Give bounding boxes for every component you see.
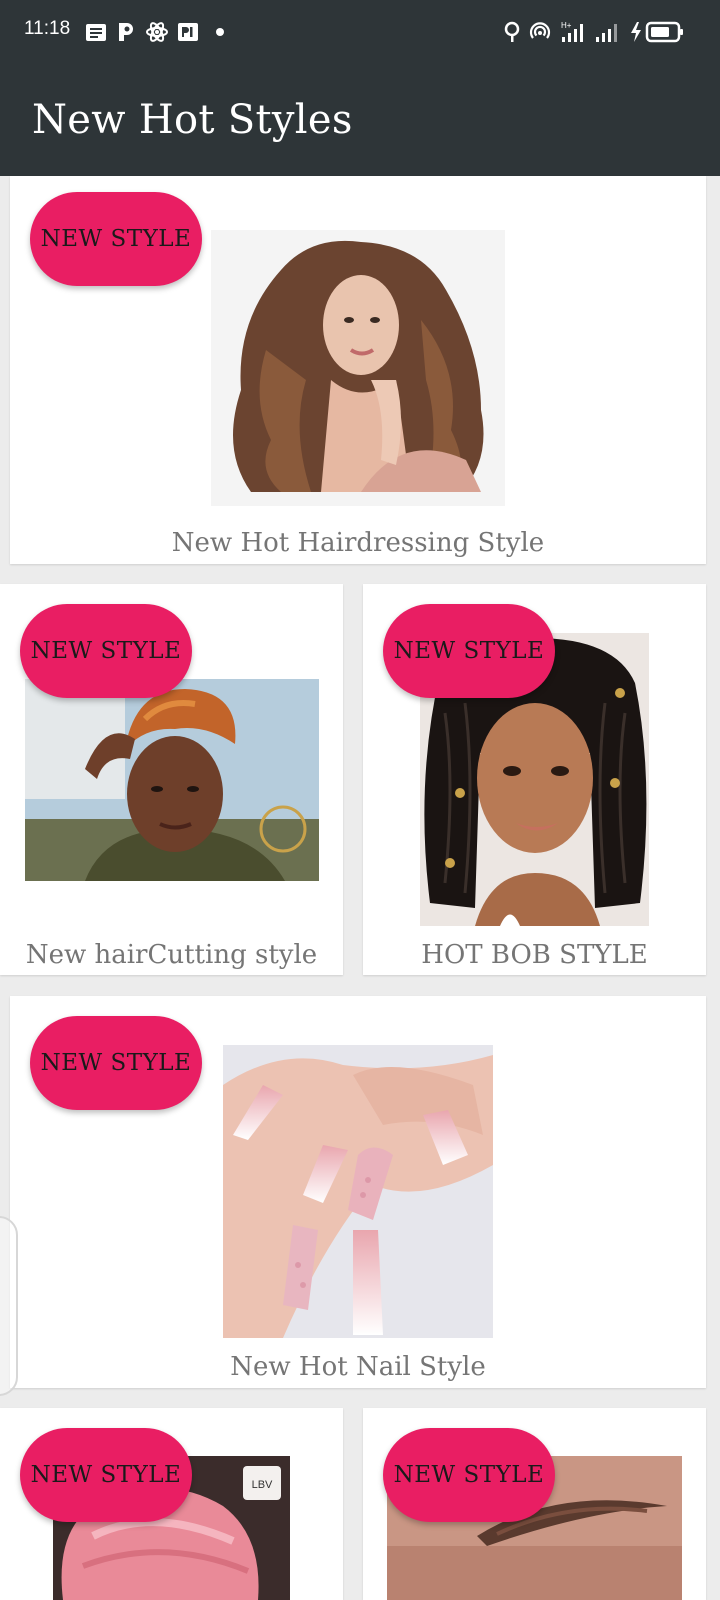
new-style-badge[interactable]: NEW STYLE [20, 604, 192, 698]
status-time: 11:18 [24, 18, 71, 39]
edge-panel-handle[interactable] [0, 1216, 18, 1396]
dot-icon [216, 28, 224, 36]
card-photo [211, 230, 505, 506]
ombre-nails-photo [223, 1045, 493, 1338]
card-caption: HOT BOB STYLE [421, 940, 648, 970]
page-title: New Hot Styles [32, 97, 353, 143]
location-icon [504, 21, 520, 42]
p-icon [119, 23, 133, 41]
short-copper-hair-woman-photo [25, 679, 319, 881]
battery-charging-icon [631, 21, 683, 43]
style-card-bob[interactable]: NEW STYLE HOT BOB STYLE [363, 584, 706, 975]
app-bar: New Hot Styles [0, 64, 720, 176]
pp-icon [178, 23, 198, 41]
new-style-badge[interactable]: NEW STYLE [383, 1428, 555, 1522]
card-photo [25, 679, 319, 881]
signal-icon [596, 24, 617, 42]
svg-text:H+: H+ [561, 21, 572, 30]
signal-h-plus-icon: H+ [561, 21, 583, 42]
card-caption: New Hot Hairdressing Style [171, 528, 545, 558]
new-style-badge[interactable]: NEW STYLE [30, 1016, 202, 1110]
hotspot-icon [529, 22, 551, 39]
card-caption: New Hot Nail Style [230, 1352, 486, 1382]
svg-text:LBV: LBV [252, 1479, 273, 1491]
style-card-eyebrow[interactable]: NEW STYLE [363, 1408, 706, 1600]
news-icon [86, 24, 106, 41]
long-wavy-hair-woman-photo [211, 230, 505, 506]
new-style-badge[interactable]: NEW STYLE [383, 604, 555, 698]
card-caption: New hairCutting style [25, 940, 318, 970]
status-bar: 11:18 H+ [0, 0, 720, 64]
new-style-badge[interactable]: NEW STYLE [20, 1428, 192, 1522]
new-style-badge[interactable]: NEW STYLE [30, 192, 202, 286]
style-card-hairdressing[interactable]: NEW STYLE New Hot Hairdressing Style [10, 176, 706, 564]
style-card-headwrap[interactable]: LBV NEW STYLE [0, 1408, 343, 1600]
style-card-haircutting[interactable]: NEW STYLE New hairCutting style [0, 584, 343, 975]
card-photo [223, 1045, 493, 1338]
style-card-nail[interactable]: NEW STYLE New Hot Nail Style [10, 996, 706, 1388]
atom-icon [146, 22, 168, 42]
